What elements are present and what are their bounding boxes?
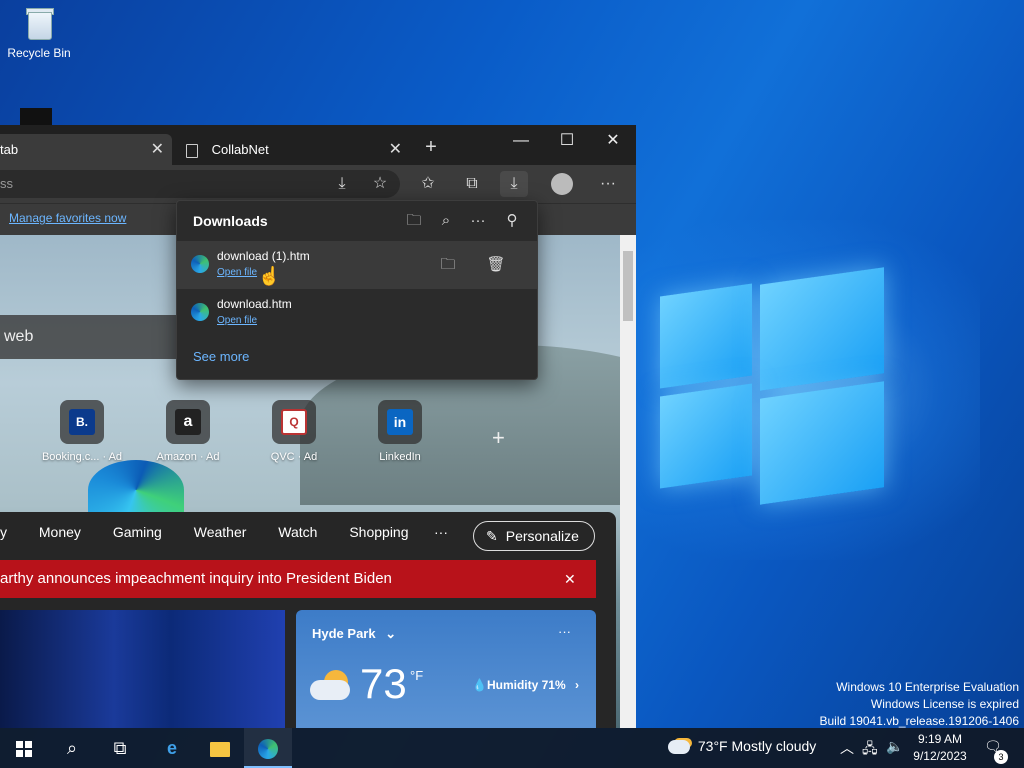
collections-icon[interactable]: ⧉ bbox=[458, 171, 486, 197]
chevron-down-icon[interactable]: ⌄ bbox=[385, 626, 396, 641]
recycle-bin-icon bbox=[24, 6, 54, 40]
close-tab-icon[interactable]: ✕ bbox=[389, 134, 402, 165]
maximize-button[interactable]: ☐ bbox=[544, 129, 590, 153]
minimize-button[interactable]: — bbox=[498, 129, 544, 153]
delete-icon[interactable]: 🗑 bbox=[483, 253, 509, 277]
page-icon bbox=[186, 143, 198, 158]
personalize-icon: ✎ bbox=[486, 528, 498, 544]
weather-location: Hyde Park ⌄ bbox=[312, 626, 397, 641]
system-clock[interactable]: 9:19 AM 9/12/2023 bbox=[912, 731, 968, 765]
humidity-label: 💧Humidity 71% › bbox=[472, 678, 579, 692]
windows-watermark: Windows 10 Enterprise Evaluation Windows… bbox=[819, 680, 1020, 728]
show-in-folder-icon[interactable]: 🗀 bbox=[435, 253, 461, 277]
feed-tab-money[interactable]: Money bbox=[39, 524, 81, 540]
search-icon[interactable]: ⌕ bbox=[433, 209, 459, 233]
weather-menu-icon[interactable]: ··· bbox=[558, 624, 571, 639]
news-card-image[interactable] bbox=[0, 610, 285, 728]
booking-icon: B. bbox=[69, 409, 95, 435]
manage-favorites-link[interactable]: Manage favorites now bbox=[9, 211, 126, 225]
quick-link-label: QVC · Ad bbox=[270, 451, 318, 463]
downloads-title: Downloads bbox=[193, 213, 268, 229]
task-view-icon[interactable]: ⧉ bbox=[96, 728, 144, 768]
add-quick-link-icon[interactable]: + bbox=[492, 425, 505, 451]
downloads-button[interactable]: ⤓ bbox=[500, 171, 528, 197]
tab-collabnet[interactable]: CollabNet ✕ bbox=[176, 134, 410, 165]
cloudy-weather-icon bbox=[668, 740, 690, 755]
feed-tab-weather[interactable]: Weather bbox=[194, 524, 247, 540]
quick-link-booking[interactable]: B. bbox=[60, 400, 104, 444]
amazon-icon: a bbox=[175, 409, 201, 435]
address-bar-row: ss ⤓ ☆ ✩ ⧉ ⤓ ··· bbox=[0, 165, 636, 203]
windows-start-icon bbox=[16, 741, 32, 758]
new-tab-button[interactable]: + bbox=[418, 134, 444, 160]
weather-unit: °F bbox=[410, 668, 424, 683]
settings-more-icon[interactable]: ··· bbox=[594, 171, 622, 197]
edge-taskbar-icon[interactable] bbox=[244, 728, 292, 768]
see-more-link[interactable]: See more bbox=[193, 349, 249, 364]
scrollbar-thumb[interactable] bbox=[623, 251, 633, 321]
partly-cloudy-icon bbox=[310, 670, 354, 700]
qvc-icon: Q bbox=[281, 409, 307, 435]
start-button[interactable] bbox=[0, 728, 48, 768]
profile-avatar[interactable] bbox=[551, 173, 573, 195]
web-search-box[interactable]: web bbox=[0, 315, 190, 359]
notification-badge: 3 bbox=[994, 750, 1008, 764]
quick-link-linkedin[interactable]: in bbox=[378, 400, 422, 444]
chevron-right-icon[interactable]: › bbox=[575, 678, 579, 692]
quick-link-label: Booking.c... · Ad bbox=[41, 451, 123, 463]
windows-logo bbox=[660, 267, 886, 505]
quick-link-label: LinkedIn bbox=[379, 451, 421, 463]
folder-icon[interactable]: 🗀 bbox=[401, 209, 427, 233]
tab-new-tab[interactable]: tab ✕ bbox=[0, 134, 172, 165]
recycle-bin-label: Recycle Bin bbox=[7, 46, 71, 60]
volume-muted-icon[interactable]: 🔈 bbox=[886, 738, 903, 755]
open-file-link[interactable]: Open file bbox=[217, 267, 257, 278]
desktop-icon-thumbnail[interactable] bbox=[20, 108, 52, 126]
hand-cursor-icon: ☝ bbox=[258, 266, 281, 286]
feed-tab-shopping[interactable]: Shopping bbox=[349, 524, 408, 540]
close-tab-icon[interactable]: ✕ bbox=[151, 134, 164, 165]
feed-tab[interactable]: y bbox=[0, 524, 7, 540]
weather-widget[interactable]: 73°F Mostly cloudy bbox=[668, 738, 816, 755]
edge-browser-window: tab ✕ CollabNet ✕ + — ☐ ✕ ss ⤓ ☆ ✩ ⧉ ⤓ ·… bbox=[0, 125, 636, 728]
feed-tab-watch[interactable]: Watch bbox=[278, 524, 317, 540]
add-favorite-icon[interactable]: ☆ bbox=[366, 171, 394, 197]
feed-nav: y Money Gaming Weather Watch Shopping bbox=[0, 524, 437, 548]
weather-temp: 73 bbox=[360, 660, 407, 707]
personalize-button[interactable]: ✎ Personalize bbox=[473, 521, 595, 551]
downloads-flyout: Downloads 🗀 ⌕ ··· ⚲ download (1).htm Ope… bbox=[176, 200, 538, 380]
linkedin-icon: in bbox=[387, 409, 413, 435]
quick-link-qvc[interactable]: Q bbox=[272, 400, 316, 444]
favorites-icon[interactable]: ✩ bbox=[414, 171, 442, 197]
droplet-icon: 💧 bbox=[472, 678, 487, 692]
close-banner-icon[interactable]: ✕ bbox=[564, 560, 576, 598]
search-icon[interactable]: ⌕ bbox=[48, 728, 96, 768]
edge-logo-graphic bbox=[88, 460, 184, 520]
internet-explorer-icon[interactable]: e bbox=[148, 728, 196, 768]
breaking-news-banner[interactable]: arthy announces impeachment inquiry into… bbox=[0, 560, 596, 598]
edge-file-icon bbox=[191, 303, 209, 321]
weather-card[interactable]: Hyde Park ⌄ ··· 73 °F 💧Humidity 71% › bbox=[296, 610, 596, 728]
network-icon[interactable]: 🖧 bbox=[862, 738, 878, 762]
file-explorer-icon[interactable] bbox=[196, 728, 244, 768]
quick-link-amazon[interactable]: a bbox=[166, 400, 210, 444]
news-feed: y Money Gaming Weather Watch Shopping ··… bbox=[0, 512, 616, 728]
show-hidden-icons[interactable]: ︿ bbox=[840, 738, 854, 758]
quick-link-label: Amazon · Ad bbox=[156, 451, 220, 463]
edge-file-icon bbox=[191, 255, 209, 273]
tab-bar: tab ✕ CollabNet ✕ + — ☐ ✕ bbox=[0, 125, 636, 165]
pin-icon[interactable]: ⚲ bbox=[499, 209, 525, 233]
download-item[interactable]: download.htm Open file bbox=[177, 289, 537, 337]
recycle-bin[interactable]: Recycle Bin bbox=[6, 6, 72, 60]
feed-tab-gaming[interactable]: Gaming bbox=[113, 524, 162, 540]
open-file-link[interactable]: Open file bbox=[217, 315, 257, 326]
close-window-button[interactable]: ✕ bbox=[590, 129, 636, 153]
more-options-icon[interactable]: ··· bbox=[465, 209, 491, 233]
download-icon[interactable]: ⤓ bbox=[328, 171, 356, 197]
download-item[interactable]: download (1).htm Open file 🗀 🗑 bbox=[177, 241, 537, 289]
taskbar: ⌕ ⧉ e 73°F Mostly cloudy ︿ 🖧 🔈 9:19 AM 9… bbox=[0, 728, 1024, 768]
feed-more-icon[interactable]: ··· bbox=[434, 524, 448, 540]
